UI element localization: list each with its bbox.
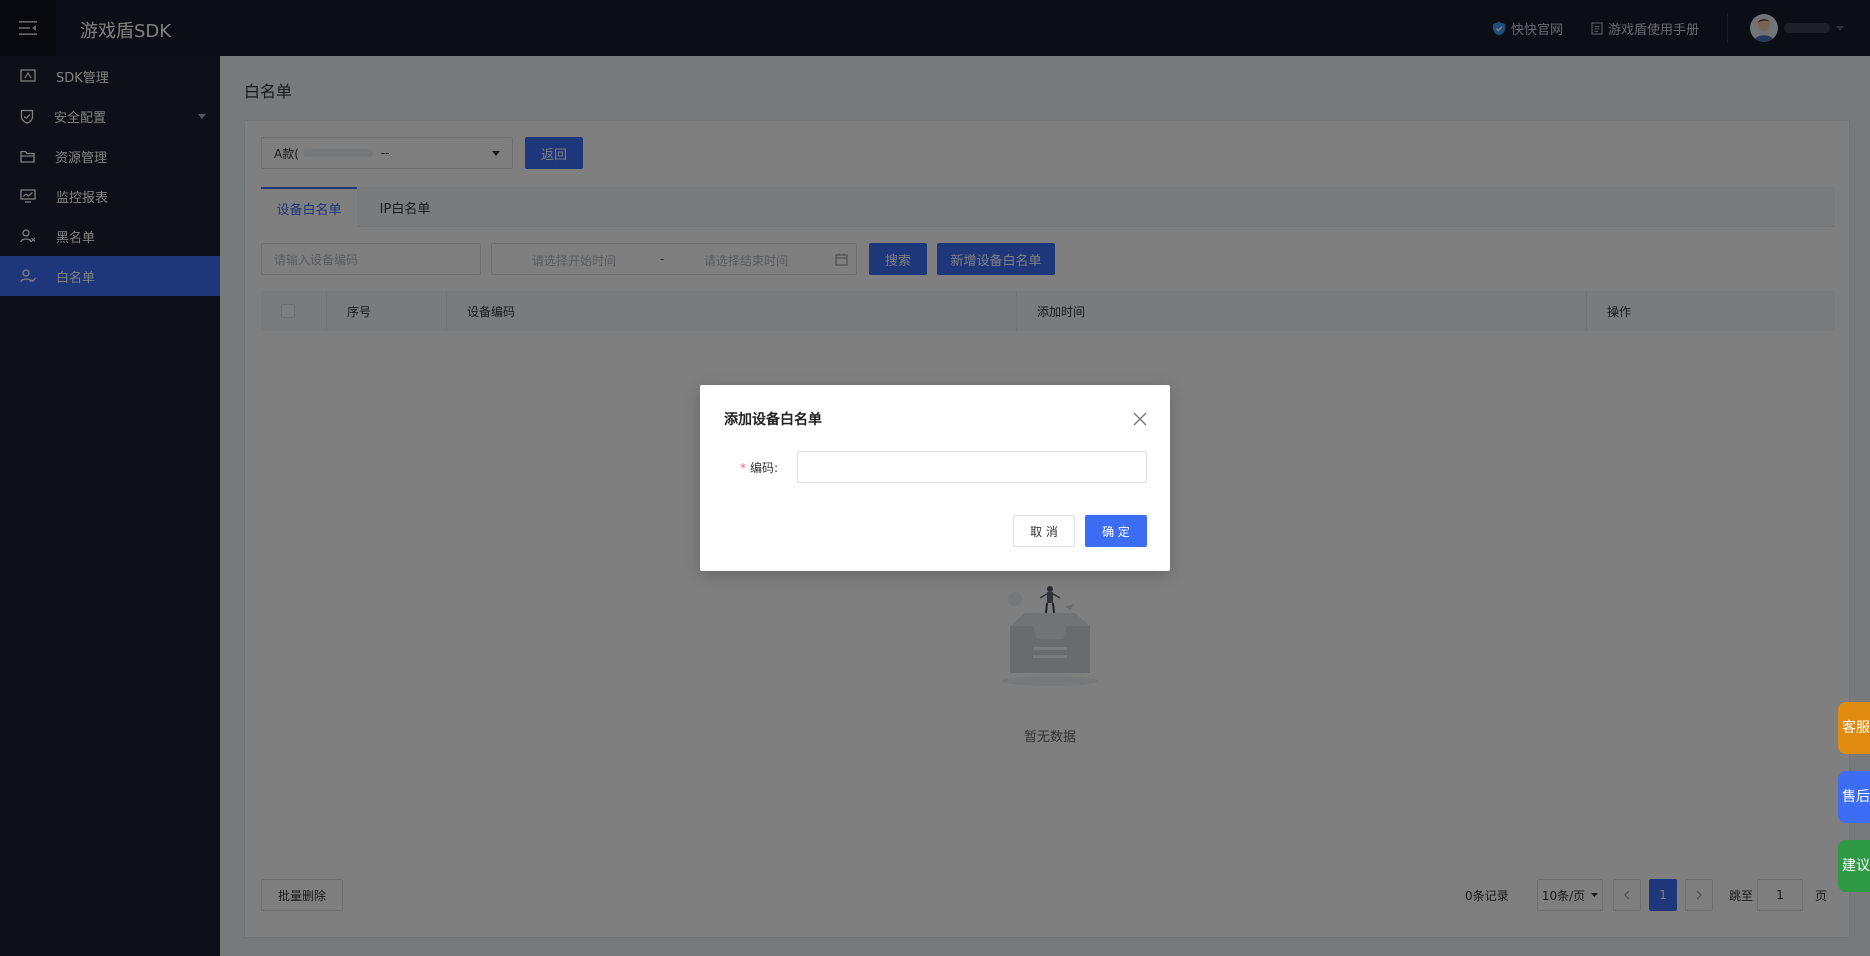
code-input[interactable] [797, 451, 1147, 483]
dialog-title: 添加设备白名单 [724, 412, 822, 428]
required-mark: * [740, 461, 746, 475]
suggestion-button[interactable]: 建议 [1838, 840, 1870, 892]
cancel-button[interactable]: 取 消 [1013, 515, 1075, 547]
customer-service-button[interactable]: 客服 [1838, 702, 1870, 754]
add-device-whitelist-dialog: 添加设备白名单 * 编码: 取 消 确 定 [700, 385, 1170, 571]
code-field-label: * 编码: [740, 459, 778, 476]
after-sales-button[interactable]: 售后 [1838, 771, 1870, 823]
code-label-text: 编码: [750, 461, 779, 475]
close-icon[interactable] [1132, 411, 1148, 427]
confirm-button[interactable]: 确 定 [1085, 515, 1147, 547]
